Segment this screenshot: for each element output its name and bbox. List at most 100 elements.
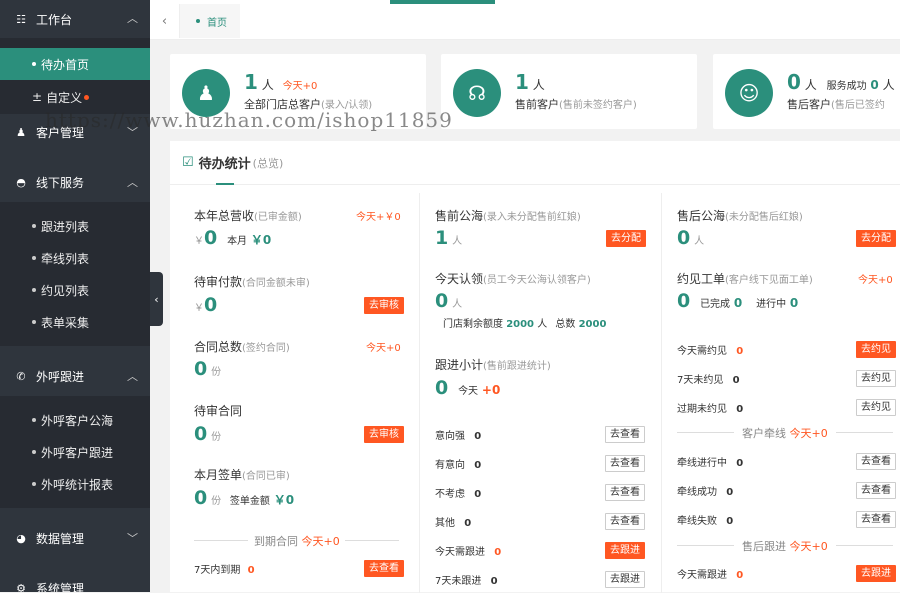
bullet-icon — [32, 482, 36, 486]
nav-group-sysmgmt[interactable]: ⚙ 系统管理 — [0, 568, 150, 592]
row-value: 0 — [736, 346, 744, 357]
quota-value: 2000 — [506, 319, 535, 330]
column-divider — [661, 193, 662, 593]
nav-group-offline[interactable]: ◓ 线下服务 ︿ — [0, 162, 150, 202]
sidebar-item-callpool[interactable]: 外呼客户公海 — [0, 404, 150, 436]
tab-indicator — [390, 0, 495, 4]
bullet-icon — [32, 450, 36, 454]
followup-title: 跟进小计 — [435, 358, 484, 372]
sidebar-item-formcollect[interactable]: 表单采集 — [0, 306, 150, 338]
sidebar-item-label: 约见列表 — [41, 283, 90, 298]
bullet-icon — [32, 224, 36, 228]
followup-today-button[interactable]: 去跟进 — [605, 542, 645, 559]
data-icon: ◕ — [16, 531, 26, 545]
view-lead-success-button[interactable]: 去查看 — [856, 482, 896, 499]
sidebar-item-callcust[interactable]: 外呼客户跟进 — [0, 436, 150, 468]
summary-card-aftersale: ☺ 0 人 服务成功 0 人 售后客户(售后已签约 — [713, 54, 900, 129]
view-strong-intent-button[interactable]: 去查看 — [605, 426, 645, 443]
summary-unit: 人 — [261, 78, 274, 92]
sidebar-item-leadlist[interactable]: 牵线列表 — [0, 242, 150, 274]
chevron-left-icon: ‹ — [154, 292, 159, 306]
revenue-title: 本年总营收 — [194, 209, 255, 223]
summary-sub: (售后已签约 — [831, 100, 885, 111]
chevron-up-icon: ︿ — [127, 176, 138, 189]
sidebar-item-label: 自定义 — [46, 90, 83, 105]
meet-7days-button[interactable]: 去约见 — [856, 370, 896, 387]
review-payment-button[interactable]: 去审核 — [364, 297, 404, 314]
review-contract-button[interactable]: 去审核 — [364, 426, 404, 443]
sidebar-item-label: 跟进列表 — [41, 219, 90, 234]
payment-sub: (合同金额未审) — [242, 278, 310, 289]
row-value: 0 — [736, 404, 744, 415]
tab-home[interactable]: 首页 — [180, 4, 240, 38]
followup-7days-button[interactable]: 去跟进 — [605, 571, 645, 588]
column-divider — [419, 193, 420, 593]
row-label: 今天需跟进 — [435, 547, 485, 558]
expire-today: 今天+0 — [301, 535, 340, 548]
list-item: 今天需跟进 0 — [677, 566, 743, 581]
view-expiring-button[interactable]: 去查看 — [364, 560, 404, 577]
contract-sub: (签约合同) — [242, 343, 290, 354]
section-divider — [677, 545, 734, 546]
done-value: 0 — [733, 296, 743, 310]
view-lead-failed-button[interactable]: 去查看 — [856, 511, 896, 528]
bullet-icon — [32, 256, 36, 260]
nav-group-workbench[interactable]: ☷ 工作台 ︿ — [0, 0, 150, 38]
summary-count: 0 — [787, 70, 801, 94]
sidebar-item-label: 表单采集 — [41, 315, 90, 330]
meet-today-button[interactable]: 去约见 — [856, 341, 896, 358]
row-label: 意向强 — [435, 431, 465, 442]
unit: 份 — [211, 367, 222, 378]
row-label: 牵线失败 — [677, 516, 717, 527]
watermark: https://www.huzhan.com/ishop11859 — [45, 108, 453, 132]
view-intent-button[interactable]: 去查看 — [605, 455, 645, 472]
sign-sub: (合同已审) — [242, 471, 290, 482]
contract-title: 合同总数 — [194, 340, 243, 354]
row-value: 0 — [736, 458, 744, 469]
expire7-label: 7天内到期 — [194, 565, 241, 576]
list-item: 牵线进行中 0 — [677, 454, 743, 469]
sidebar-item-label: 外呼统计报表 — [41, 477, 114, 492]
pending-contract-value: 0 — [194, 423, 208, 445]
list-item: 今天需跟进 0 — [435, 543, 501, 558]
sign-title: 本月签单 — [194, 468, 243, 482]
row-label: 牵线进行中 — [677, 458, 727, 469]
view-lead-ongoing-button[interactable]: 去查看 — [856, 453, 896, 470]
sign-amount-label: 签单金额 — [229, 496, 270, 507]
panel-title: 待办统计 — [198, 157, 251, 172]
sidebar-item-callreport[interactable]: 外呼统计报表 — [0, 468, 150, 500]
row-value: 0 — [474, 460, 482, 471]
unit: 人 — [452, 299, 463, 310]
chevron-down-icon: ﹀ — [127, 532, 138, 545]
bullet-icon — [32, 418, 36, 422]
bullet-icon — [32, 62, 36, 66]
currency: ￥ — [194, 236, 204, 247]
nav-group-label: 线下服务 — [36, 175, 85, 190]
sidebar-item-home[interactable]: 待办首页 — [0, 48, 150, 80]
sidebar: ☷ 工作台 ︿ 待办首页 ± 自定义 ♟ 客户管理 ﹀ ◓ 线下服务 ︿ 跟进列表 牵线列表 … — [0, 0, 150, 592]
calendar-check-icon: ☑ — [182, 155, 194, 170]
meet-expired-button[interactable]: 去约见 — [856, 399, 896, 416]
tab-scroll-left-button[interactable]: ‹ — [150, 4, 180, 38]
today-value: +0 — [481, 383, 501, 397]
after-followup-today-button[interactable]: 去跟进 — [856, 565, 896, 582]
contract-value: 0 — [194, 358, 208, 380]
sidebar-item-meetlist[interactable]: 约见列表 — [0, 274, 150, 306]
row-label: 有意向 — [435, 460, 465, 471]
assign-aftersale-button[interactable]: 去分配 — [856, 230, 896, 247]
revenue-value: 0 — [204, 227, 218, 249]
view-not-considered-button[interactable]: 去查看 — [605, 484, 645, 501]
sidebar-collapse-button[interactable]: ‹ — [150, 272, 163, 326]
view-other-button[interactable]: 去查看 — [605, 513, 645, 530]
sidebar-item-followlist[interactable]: 跟进列表 — [0, 210, 150, 242]
nav-group-callfollow[interactable]: ✆ 外呼跟进 ︿ — [0, 356, 150, 396]
list-item: 意向强 0 — [435, 427, 481, 442]
assign-presale-button[interactable]: 去分配 — [606, 230, 646, 247]
month-label: 本月 — [227, 236, 248, 247]
section-divider — [345, 540, 399, 541]
nav-group-datamgmt[interactable]: ◕ 数据管理 ﹀ — [0, 518, 150, 558]
after-followup-title: 售后跟进 — [742, 540, 786, 553]
row-value: 0 — [474, 431, 482, 442]
claim-value: 0 — [435, 290, 449, 312]
followup-sub: (售前跟进统计) — [483, 361, 551, 372]
